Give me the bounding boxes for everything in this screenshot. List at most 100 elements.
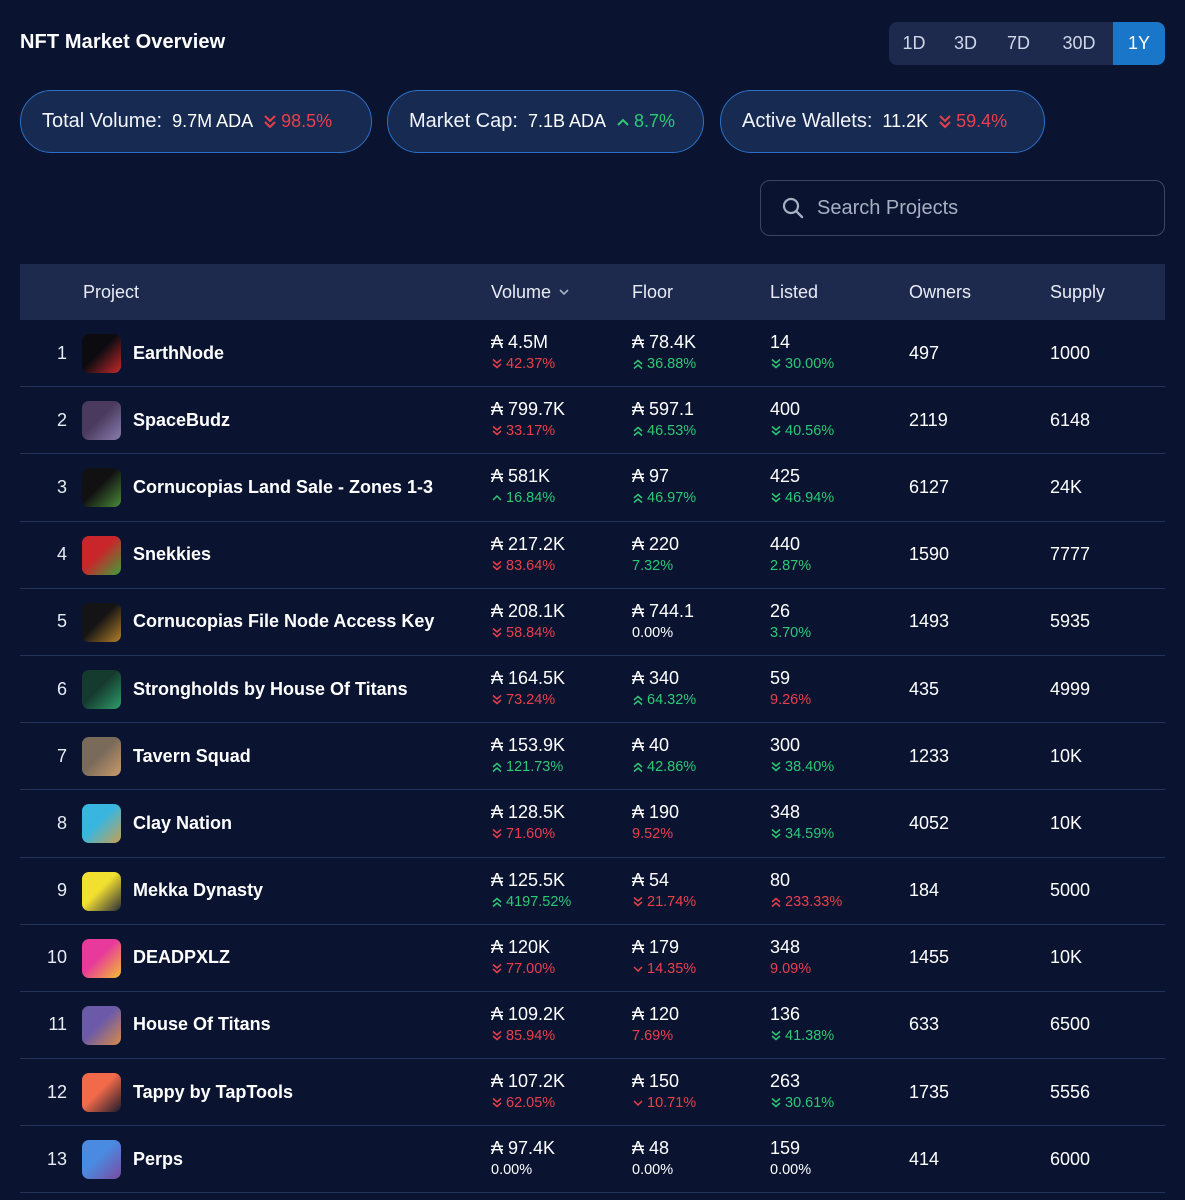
volume-cell: ₳ 799.7K 33.17% [491,399,565,440]
project-name[interactable]: Perps [133,1126,183,1192]
floor-change: 36.88% [632,355,696,373]
owners-value: 1590 [909,544,950,565]
table-row[interactable]: 9 Mekka Dynasty ₳ 125.5K 4197.52% ₳ 54 21.74%… [20,858,1165,925]
supply-value: 1000 [1050,342,1091,363]
project-name[interactable]: DEADPXLZ [133,925,230,991]
listed-change-value: 30.61% [785,1095,835,1112]
timeframe-1y[interactable]: 1Y [1113,22,1165,65]
row-rank: 8 [56,812,67,833]
timeframe-3d[interactable]: 3D [939,22,992,65]
listed-change-value: 0.00% [770,1162,812,1179]
table-row[interactable]: 11 House Of Titans ₳ 109.2K 85.94% ₳ 120 7.69… [20,992,1165,1060]
project-name[interactable]: Cornucopias File Node Access Key [133,589,434,655]
floor-value: ₳ 744.1 [632,600,695,621]
listed-value: 425 [770,466,801,487]
volume-change: 4197.52% [491,893,571,911]
floor-change-value: 9.52% [632,826,674,843]
listed-change: 233.33% [770,893,842,911]
column-volume[interactable]: Volume [491,264,571,320]
table-row[interactable]: 8 Clay Nation ₳ 128.5K 71.60% ₳ 190 9.52% 348 3… [20,790,1165,858]
volume-change-value: 73.24% [506,691,556,708]
supply-value: 10K [1050,745,1083,766]
owners-value: 6127 [909,476,950,497]
row-rank: 7 [56,745,67,766]
volume-change-value: 58.84% [506,624,556,641]
search-box[interactable] [760,180,1165,236]
listed-cell: 26 3.70% [770,601,811,642]
project-name[interactable]: Tavern Squad [133,723,251,789]
volume-change: 16.84% [491,489,555,507]
listed-cell: 136 41.38% [770,1004,834,1045]
volume-value: ₳ 109.2K [491,1003,566,1024]
stat-label: Active Wallets: [742,110,873,132]
table-row[interactable]: 4 Snekkies ₳ 217.2K 83.64% ₳ 220 7.32% 440 2.87… [20,522,1165,589]
project-avatar [82,871,121,911]
volume-change: 73.24% [491,691,565,709]
floor-change-value: 0.00% [632,624,674,641]
double-chevron-up-icon [633,695,643,706]
volume-change: 83.64% [491,557,565,575]
chevron-down-icon [633,966,643,972]
timeframe-30d[interactable]: 30D [1045,22,1113,65]
volume-cell: ₳ 107.2K 62.05% [491,1071,565,1112]
stat-change-value: 98.5% [281,111,333,131]
table-row[interactable]: 2 SpaceBudz ₳ 799.7K 33.17% ₳ 597.1 46.53% 400… [20,387,1165,455]
volume-cell: ₳ 581K 16.84% [491,466,555,507]
listed-change-value: 233.33% [785,893,843,910]
listed-value: 26 [770,600,791,621]
floor-cell: ₳ 744.1 0.00% [632,601,694,642]
volume-change-value: 33.17% [506,423,556,440]
project-name[interactable]: EarthNode [133,320,224,386]
floor-change: 7.69% [632,1027,679,1045]
floor-change: 46.53% [632,422,696,440]
volume-value: ₳ 4.5M [491,332,549,352]
table-row[interactable]: 10 DEADPXLZ ₳ 120K 77.00% ₳ 179 14.35% 348 9.09… [20,925,1165,992]
table-row[interactable]: 7 Tavern Squad ₳ 153.9K 121.73% ₳ 40 42.86% 30… [20,723,1165,791]
stat-value: 7.1B ADA [527,111,606,131]
project-name[interactable]: Tappy by TapTools [133,1059,293,1125]
table-row[interactable]: 1 EarthNode ₳ 4.5M 42.37% ₳ 78.4K 36.88% 14 30.… [20,320,1165,388]
floor-cell: ₳ 190 9.52% [632,802,679,843]
row-rank: 13 [46,1148,67,1169]
double-chevron-down-icon [492,1097,502,1108]
listed-cell: 300 38.40% [770,735,834,776]
project-name[interactable]: Clay Nation [133,790,232,856]
supply-value: 10K [1050,812,1083,833]
project-name[interactable]: Cornucopias Land Sale - Zones 1-3 [133,454,433,520]
volume-cell: ₳ 208.1K 58.84% [491,601,565,642]
project-name[interactable]: Mekka Dynasty [133,858,263,924]
table-row[interactable]: 12 Tappy by TapTools ₳ 107.2K 62.05% ₳ 150 10… [20,1059,1165,1127]
column-supply[interactable]: Supply [1050,264,1105,320]
listed-cell: 59 9.26% [770,668,811,709]
column-owners[interactable]: Owners [909,264,971,320]
supply-value: 7777 [1050,544,1091,565]
listed-change-value: 30.00% [785,356,835,372]
column-floor[interactable]: Floor [632,264,673,320]
floor-change: 21.74% [632,893,696,911]
column-project[interactable]: Project [83,264,139,320]
project-name[interactable]: SpaceBudz [133,387,230,453]
table-row[interactable]: 3 Cornucopias Land Sale - Zones 1-3 ₳ 581K… [20,454,1165,522]
project-name[interactable]: Strongholds by House Of Titans [133,656,408,722]
timeframe-7d[interactable]: 7D [992,22,1045,65]
listed-cell: 440 2.87% [770,534,811,575]
owners-value: 497 [909,342,940,363]
column-volume-label: Volume [491,281,552,302]
table-row[interactable]: 6 Strongholds by House Of Titans ₳ 164.5K 7… [20,656,1165,724]
listed-change-value: 34.59% [785,826,835,843]
listed-change-value: 9.09% [770,960,812,977]
floor-value: ₳ 190 [632,802,680,823]
project-name[interactable]: Snekkies [133,522,211,588]
search-input[interactable] [817,196,1157,220]
table-row[interactable]: 5 Cornucopias File Node Access Key ₳ 208.1… [20,589,1165,656]
listed-change: 30.61% [770,1094,834,1112]
column-listed[interactable]: Listed [770,264,818,320]
listed-cell: 159 0.00% [770,1138,811,1179]
listed-change: 40.56% [770,422,834,440]
volume-change: 121.73% [491,758,565,776]
stat-total-volume: Total Volume: 9.7M ADA 98.5% [20,90,372,153]
timeframe-1d[interactable]: 1D [889,22,939,65]
project-name[interactable]: House Of Titans [133,992,271,1058]
volume-change-value: 77.00% [506,960,556,977]
table-row[interactable]: 13 Perps ₳ 97.4K 0.00% ₳ 48 0.00% 159 0.00% 414 6… [20,1126,1165,1194]
